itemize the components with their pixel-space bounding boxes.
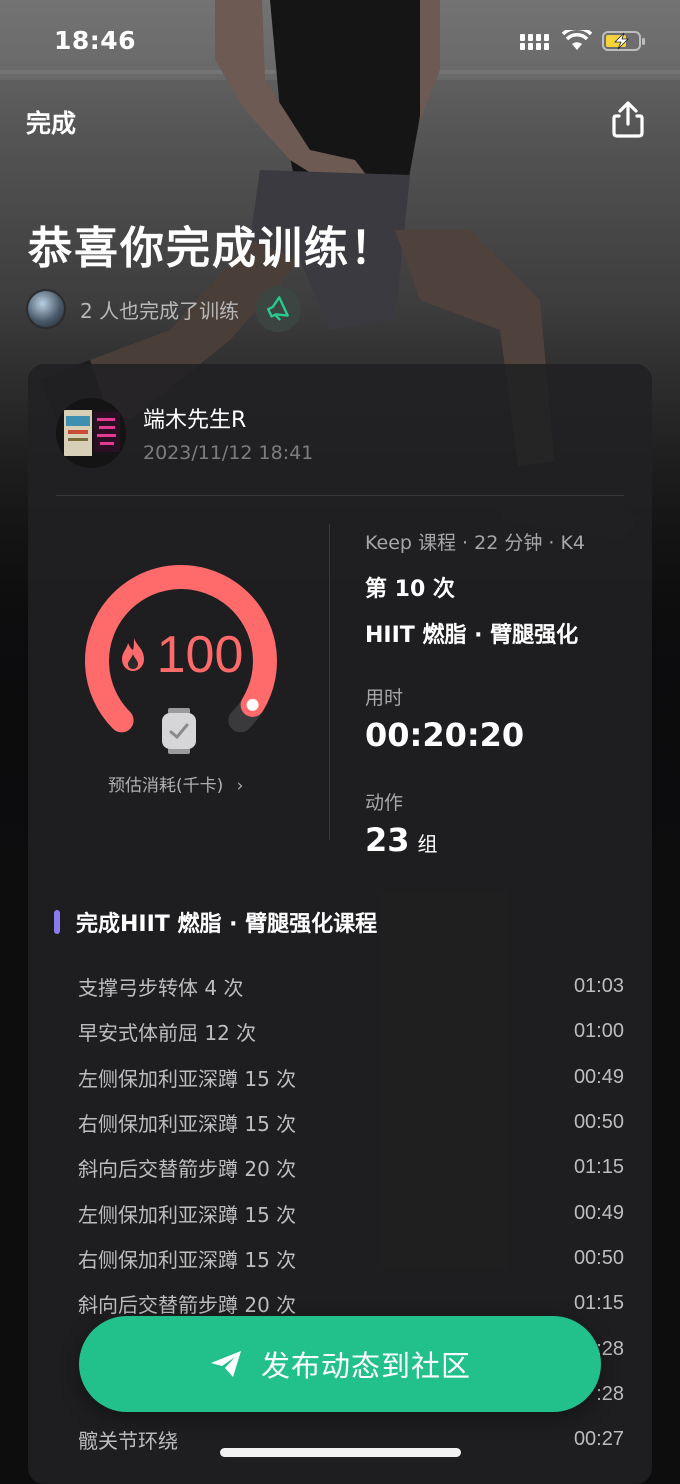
exercise-duration: 01:00 — [573, 1020, 624, 1043]
exercise-name: 右侧保加利亚深蹲 15 次 — [78, 1247, 297, 1272]
exercise-duration: 00:49 — [573, 1201, 624, 1224]
actions-value-row: 23 组 — [365, 821, 585, 859]
exercise-name: 早安式体前屈 12 次 — [78, 1021, 257, 1046]
watch-icon — [162, 708, 196, 754]
status-bar: 18:46 — [0, 0, 680, 90]
exercise-duration: 01:15 — [573, 1156, 624, 1179]
exercise-row: 右侧保加利亚深蹲 15 次 00:50 — [78, 1100, 624, 1145]
cheer-button[interactable] — [255, 286, 302, 332]
workout-timestamp: 2023/11/12 18:41 — [143, 442, 314, 464]
exercise-duration: 00:27 — [573, 1428, 624, 1451]
workout-stats: Keep 课程 · 22 分钟 · K4 第 10 次 HIIT 燃脂 · 臂腿… — [365, 528, 585, 859]
avatar-image — [56, 398, 126, 468]
session-count: 第 10 次 — [365, 577, 455, 602]
user-name[interactable]: 端木先生R — [143, 402, 246, 434]
calorie-gauge-svg: 100 — [85, 565, 277, 754]
exercise-duration: 00:50 — [573, 1246, 624, 1269]
exercise-section-title: 完成HIIT 燃脂 · 臂腿强化课程 — [76, 912, 378, 937]
exercise-duration: :28 — [596, 1382, 624, 1405]
avatar — [26, 289, 66, 329]
exercise-section-header: 完成HIIT 燃脂 · 臂腿强化课程 — [54, 906, 377, 938]
done-button[interactable]: 完成 — [26, 104, 76, 140]
share-icon — [612, 101, 644, 138]
share-button[interactable] — [608, 100, 648, 140]
exercise-name: 右侧保加利亚深蹲 15 次 — [78, 1112, 297, 1137]
chevron-right-icon: › — [236, 776, 244, 796]
publish-to-community-button[interactable]: 发布动态到社区 — [79, 1316, 601, 1412]
page-title: 恭喜你完成训练！ — [28, 223, 396, 274]
others-completed-row: 2 人也完成了训练 — [26, 286, 302, 332]
exercise-row: 右侧保加利亚深蹲 15 次 00:50 — [78, 1236, 624, 1281]
duration-value: 00:20:20 — [365, 716, 525, 754]
status-time: 18:46 — [54, 26, 137, 55]
exercise-name: 左侧保加利亚深蹲 15 次 — [78, 1202, 297, 1227]
course-name[interactable]: HIIT 燃脂 · 臂腿强化 — [365, 617, 585, 649]
exercise-name: 髋关节环绕 — [78, 1429, 178, 1454]
user-avatar[interactable] — [56, 398, 126, 468]
exercise-row: 斜向后交替箭步蹲 20 次 01:15 — [78, 1145, 624, 1190]
exercise-name: 斜向后交替箭步蹲 20 次 — [78, 1157, 297, 1182]
home-indicator — [220, 1448, 461, 1457]
signal-icon — [520, 34, 549, 50]
exercise-name: 支撑弓步转体 4 次 — [78, 976, 244, 1001]
actions-unit: 组 — [417, 832, 438, 856]
calorie-label: 预估消耗(千卡) — [108, 776, 224, 796]
exercise-row: 左侧保加利亚深蹲 15 次 00:49 — [78, 1190, 624, 1235]
exercise-row: 左侧保加利亚深蹲 15 次 00:49 — [78, 1055, 624, 1100]
calorie-value: 100 — [157, 626, 244, 684]
course-meta: Keep 课程 · 22 分钟 · K4 — [365, 532, 585, 554]
divider — [329, 524, 330, 840]
wifi-icon — [562, 30, 592, 50]
duration-label: 用时 — [365, 687, 404, 709]
send-icon — [210, 1351, 241, 1377]
gauge-end-dot — [246, 698, 259, 711]
divider — [56, 495, 624, 496]
publish-label: 发布动态到社区 — [260, 1349, 471, 1383]
exercise-name: 斜向后交替箭步蹲 20 次 — [78, 1293, 297, 1318]
exercise-row: 支撑弓步转体 4 次 01:03 — [78, 964, 624, 1009]
battery-charging-icon — [602, 31, 645, 51]
section-accent-bar — [54, 910, 60, 934]
actions-label: 动作 — [365, 792, 404, 814]
others-completed-text: 2 人也完成了训练 — [80, 298, 240, 323]
status-icons — [520, 30, 646, 52]
flame-icon — [122, 638, 144, 671]
actions-value: 23 — [365, 821, 410, 859]
exercise-duration: 00:49 — [573, 1065, 624, 1088]
calorie-gauge: 100 — [76, 556, 286, 766]
exercise-row: 早安式体前屈 12 次 01:00 — [78, 1009, 624, 1054]
megaphone-icon — [267, 296, 289, 321]
exercise-duration: 00:50 — [573, 1111, 624, 1134]
exercise-name: 左侧保加利亚深蹲 15 次 — [78, 1066, 297, 1091]
exercise-duration: 01:15 — [573, 1292, 624, 1315]
exercise-duration: 01:03 — [573, 975, 624, 998]
calorie-estimate-link[interactable]: 预估消耗(千卡) › — [108, 771, 243, 796]
